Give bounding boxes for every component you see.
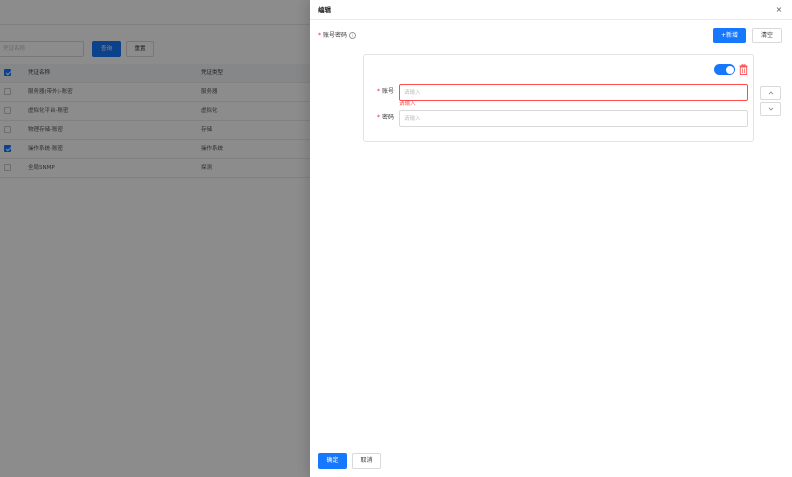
account-input[interactable] xyxy=(399,84,748,101)
account-label: * 账号 xyxy=(372,84,394,100)
cancel-button[interactable]: 取消 xyxy=(352,453,381,469)
required-mark: * xyxy=(318,32,321,39)
drawer-footer: 确定 取消 xyxy=(310,446,792,477)
required-mark: * xyxy=(376,114,380,121)
close-icon[interactable]: × xyxy=(772,3,786,17)
delete-icon[interactable] xyxy=(739,64,748,75)
chevron-up-icon xyxy=(768,91,774,95)
drawer-title: 编辑 xyxy=(318,6,331,14)
chevron-down-icon xyxy=(768,107,774,111)
account-label-text: 账号 xyxy=(381,88,394,95)
account-error-message: 请输入 xyxy=(399,101,416,107)
move-down-button[interactable] xyxy=(760,102,781,116)
password-label: * 密码 xyxy=(372,110,394,126)
confirm-button[interactable]: 确定 xyxy=(318,453,347,469)
edit-drawer: 编辑 × *账号密码i +新增 清空 *账号 请输入 *密码 xyxy=(310,0,792,477)
move-up-button[interactable] xyxy=(760,86,781,100)
enable-toggle[interactable] xyxy=(714,64,735,75)
add-button[interactable]: +新增 xyxy=(713,28,746,43)
password-input[interactable] xyxy=(399,110,748,127)
drawer-header: 编辑 × xyxy=(310,0,792,20)
password-label-text: 密码 xyxy=(381,114,394,121)
info-icon[interactable]: i xyxy=(349,32,357,39)
account-password-label: * 账号密码 i xyxy=(318,31,357,41)
credential-card: *账号 请输入 *密码 xyxy=(363,54,754,142)
modal-mask[interactable] xyxy=(0,0,310,477)
clear-button[interactable]: 清空 xyxy=(752,28,782,43)
field-label-text: 账号密码 xyxy=(323,32,348,39)
required-mark: * xyxy=(376,88,380,95)
